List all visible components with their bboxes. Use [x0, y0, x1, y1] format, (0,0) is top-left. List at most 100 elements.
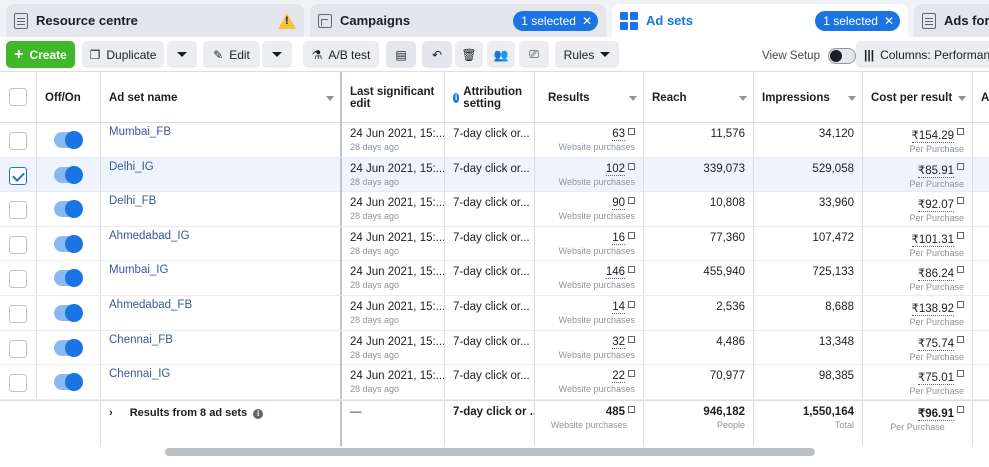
- results-value[interactable]: 146: [605, 266, 625, 280]
- tab-ad-sets[interactable]: Ad sets 1 selected ✕: [612, 4, 908, 37]
- cpr-value[interactable]: ₹92.07: [917, 199, 954, 213]
- results-value[interactable]: 22: [612, 370, 625, 384]
- delivery-toggle[interactable]: [54, 373, 83, 392]
- tab-ads[interactable]: Ads for 1: [914, 4, 989, 37]
- last-edit-date: 24 Jun 2021, 15:...: [350, 335, 445, 348]
- ad-set-name-link[interactable]: Mumbai_FB: [109, 123, 332, 141]
- adsets-selected-pill[interactable]: 1 selected ✕: [815, 10, 900, 31]
- create-button[interactable]: + Create: [6, 41, 75, 68]
- chevron-right-icon[interactable]: ›: [109, 407, 113, 419]
- footnote-icon: [628, 128, 635, 135]
- totals-impressions-sub: Total: [834, 420, 854, 430]
- edit-button[interactable]: ✎ Edit: [203, 41, 260, 68]
- impressions-value: 725,133: [812, 266, 854, 279]
- undo-button[interactable]: ↶: [422, 41, 452, 68]
- row-checkbox[interactable]: [9, 235, 27, 254]
- results-value[interactable]: 16: [612, 231, 625, 245]
- reach-value: 70,977: [709, 370, 745, 383]
- table-row[interactable]: Chennai_IG 24 Jun 2021, 15:... 28 days ago…: [0, 365, 989, 400]
- row-checkbox[interactable]: [9, 305, 27, 323]
- sort-icon[interactable]: [326, 96, 334, 101]
- campaigns-selected-pill[interactable]: 1 selected ✕: [513, 10, 598, 31]
- delivery-toggle[interactable]: [54, 131, 83, 149]
- info-icon[interactable]: i: [253, 409, 264, 419]
- tab-campaigns[interactable]: Campaigns 1 selected ✕: [310, 4, 606, 37]
- results-value[interactable]: 102: [605, 162, 625, 176]
- results-value[interactable]: 32: [612, 335, 625, 349]
- totals-results-value: 485: [605, 406, 625, 418]
- header-select-all[interactable]: [0, 72, 37, 123]
- results-value[interactable]: 63: [612, 128, 625, 141]
- header-name-label: Ad set name: [109, 91, 178, 104]
- select-all-checkbox[interactable]: [9, 88, 27, 106]
- ad-set-name-link[interactable]: Chennai_FB: [109, 331, 332, 349]
- table-row[interactable]: Mumbai_IG 24 Jun 2021, 15:... 28 days ago 7…: [0, 261, 989, 296]
- close-icon[interactable]: ✕: [582, 14, 592, 28]
- edit-dropdown[interactable]: [262, 41, 292, 68]
- header-name[interactable]: Ad set name: [101, 72, 342, 123]
- ad-set-name-link[interactable]: Mumbai_IG: [109, 261, 332, 279]
- table-row[interactable]: Ahmedabad_FB 24 Jun 2021, 15:... 28 days a…: [0, 296, 989, 331]
- close-icon[interactable]: ✕: [884, 14, 894, 28]
- cpr-value[interactable]: ₹154.29: [911, 130, 954, 143]
- delete-button[interactable]: 🗑: [455, 41, 483, 68]
- tab-resource-centre[interactable]: Resource centre: [6, 4, 304, 37]
- cpr-value[interactable]: ₹75.74: [917, 337, 954, 351]
- sort-icon[interactable]: [958, 96, 966, 101]
- row-checkbox[interactable]: [9, 270, 27, 289]
- delivery-toggle[interactable]: [54, 269, 83, 288]
- header-impressions[interactable]: Impressions: [754, 72, 863, 123]
- delivery-toggle[interactable]: [54, 304, 83, 322]
- row-checkbox[interactable]: [9, 132, 27, 150]
- table-row[interactable]: Delhi_IG 24 Jun 2021, 15:... 28 days ago 7-…: [0, 157, 989, 193]
- row-checkbox[interactable]: [9, 339, 27, 358]
- header-attribution[interactable]: i Attribution setting: [445, 72, 535, 123]
- table-row[interactable]: Mumbai_FB 24 Jun 2021, 15:... 28 days ago 7…: [0, 123, 989, 158]
- totals-reach-value: 946,182: [703, 406, 745, 418]
- delivery-toggle[interactable]: [54, 234, 83, 253]
- horizontal-scrollbar[interactable]: [165, 448, 815, 456]
- delivery-toggle[interactable]: [54, 165, 83, 184]
- header-cost-per-result[interactable]: Cost per result: [863, 72, 973, 123]
- view-setup-toggle[interactable]: [827, 48, 856, 64]
- table-row[interactable]: Delhi_FB 24 Jun 2021, 15:... 28 days ago 7-…: [0, 192, 989, 227]
- ab-test-button[interactable]: ⚗ A/B test: [303, 41, 379, 68]
- header-reach[interactable]: Reach: [644, 72, 754, 123]
- audience-button[interactable]: 👥: [487, 41, 515, 68]
- preview-button[interactable]: ⎚: [519, 41, 549, 68]
- delivery-toggle[interactable]: [54, 338, 83, 357]
- totals-label-cell[interactable]: › Results from 8 ad sets i: [101, 401, 342, 446]
- clipboard-button[interactable]: ▤: [386, 41, 416, 68]
- ad-set-name-link[interactable]: Delhi_IG: [109, 158, 332, 176]
- row-checkbox[interactable]: [9, 166, 27, 185]
- row-checkbox[interactable]: [9, 374, 27, 393]
- results-value[interactable]: 90: [612, 197, 625, 211]
- cpr-value[interactable]: ₹86.24: [917, 268, 954, 282]
- info-icon[interactable]: i: [453, 92, 460, 103]
- sort-icon[interactable]: [629, 96, 637, 101]
- header-last-edit[interactable]: Last significant edit: [342, 72, 445, 123]
- duplicate-dropdown[interactable]: [167, 41, 197, 68]
- header-results[interactable]: Results: [535, 72, 644, 123]
- results-value[interactable]: 14: [612, 301, 625, 314]
- cpr-value[interactable]: ₹75.01: [917, 372, 954, 386]
- cpr-value[interactable]: ₹101.31: [911, 233, 954, 247]
- impressions-value: 34,120: [818, 128, 854, 140]
- columns-button[interactable]: ||| Columns: Performance: [856, 41, 989, 68]
- rules-button[interactable]: Rules: [555, 41, 619, 68]
- sort-icon[interactable]: [739, 96, 747, 101]
- table-row[interactable]: Ahmedabad_IG 24 Jun 2021, 15:... 28 days a…: [0, 226, 989, 262]
- view-setup[interactable]: View Setup: [762, 48, 856, 64]
- ad-set-name-link[interactable]: Delhi_FB: [109, 192, 332, 210]
- ad-set-name-link[interactable]: Ahmedabad_IG: [109, 227, 332, 245]
- delivery-toggle[interactable]: [54, 200, 83, 219]
- cpr-value[interactable]: ₹138.92: [911, 303, 954, 316]
- cpr-value[interactable]: ₹85.91: [917, 164, 954, 178]
- ad-set-name-link[interactable]: Ahmedabad_FB: [109, 296, 332, 314]
- ad-set-name-link[interactable]: Chennai_IG: [109, 365, 332, 383]
- duplicate-button[interactable]: ❐ Duplicate: [82, 41, 164, 68]
- sort-icon[interactable]: [848, 96, 856, 101]
- table-row[interactable]: Chennai_FB 24 Jun 2021, 15:... 28 days ago…: [0, 330, 989, 366]
- row-checkbox[interactable]: [9, 201, 27, 220]
- header-next-column[interactable]: Am: [973, 72, 989, 123]
